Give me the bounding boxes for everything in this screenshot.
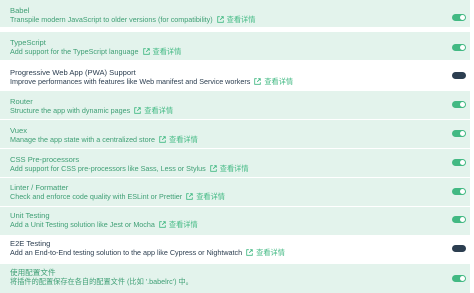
- feature-title: Unit Testing: [10, 211, 50, 220]
- toggle-knob: [460, 131, 465, 136]
- external-link-icon[interactable]: [142, 48, 150, 55]
- feature-title: Linter / Formatter: [10, 183, 69, 192]
- feature-toggle[interactable]: [452, 245, 466, 252]
- feature-description-text: Add a Unit Testing solution like Jest or…: [10, 220, 155, 229]
- feature-description-text: Structure the app with dynamic pages: [10, 106, 131, 115]
- feature-row-config-files[interactable]: 使用配置文件 将插件的配置保存在各自的配置文件 (比如 '.babelrc') …: [0, 264, 470, 293]
- feature-description: 将插件的配置保存在各自的配置文件 (比如 '.babelrc') 中。: [10, 277, 193, 286]
- feature-toggle[interactable]: [452, 14, 466, 21]
- feature-description: Add an End-to-End testing solution to th…: [10, 248, 470, 257]
- toggle-knob: [453, 73, 458, 78]
- feature-title: E2E Testing: [10, 239, 51, 248]
- feature-row-vuex[interactable]: Vuex Manage the app state with a central…: [0, 120, 470, 148]
- toggle-knob: [460, 45, 465, 50]
- external-link-icon[interactable]: [134, 107, 141, 114]
- external-link-icon[interactable]: [210, 165, 217, 172]
- feature-row-unit-testing[interactable]: Unit Testing Add a Unit Testing solution…: [0, 207, 470, 235]
- toggle-knob: [460, 276, 465, 281]
- external-link-icon[interactable]: [246, 249, 253, 256]
- feature-description-text: Manage the app state with a centralized …: [10, 135, 156, 144]
- feature-title: 使用配置文件: [10, 268, 56, 277]
- feature-toggle[interactable]: [452, 72, 466, 79]
- toggle-knob: [453, 246, 458, 251]
- feature-row-pwa[interactable]: Progressive Web App (PWA) Support Improv…: [0, 62, 470, 90]
- external-link-icon[interactable]: [159, 136, 166, 143]
- feature-list: Babel Transpile modern JavaScript to old…: [0, 0, 474, 293]
- feature-toggle[interactable]: [452, 188, 466, 195]
- external-link-icon[interactable]: [254, 78, 262, 85]
- feature-description-text: Transpile modern JavaScript to older ver…: [10, 15, 213, 24]
- feature-description: Add support for the TypeScript language 查…: [10, 47, 470, 56]
- external-link-icon[interactable]: [159, 221, 166, 228]
- feature-row-css-preprocessors[interactable]: CSS Pre-processors Add support for CSS p…: [0, 149, 470, 177]
- more-info-link[interactable]: 查看详情: [144, 106, 173, 115]
- toggle-knob: [460, 102, 465, 107]
- toggle-knob: [460, 15, 465, 20]
- feature-row-typescript[interactable]: TypeScript Add support for the TypeScrip…: [0, 32, 470, 60]
- feature-title: CSS Pre-processors: [10, 155, 80, 164]
- feature-title: Router: [10, 97, 33, 106]
- feature-description: Check and enforce code quality with ESLi…: [10, 192, 470, 201]
- more-info-link[interactable]: 查看详情: [169, 220, 198, 229]
- external-link-icon[interactable]: [216, 16, 224, 23]
- feature-description: Add a Unit Testing solution like Jest or…: [10, 220, 470, 229]
- more-info-link[interactable]: 查看详情: [256, 248, 285, 257]
- feature-description-text: Improve performances with features like …: [10, 77, 251, 86]
- more-info-link[interactable]: 查看详情: [227, 15, 256, 24]
- feature-row-router[interactable]: Router Structure the app with dynamic pa…: [0, 91, 470, 119]
- feature-description: Improve performances with features like …: [10, 77, 470, 86]
- feature-row-linter[interactable]: Linter / Formatter Check and enforce cod…: [0, 178, 470, 206]
- external-link-icon[interactable]: [186, 193, 193, 200]
- feature-toggle[interactable]: [452, 101, 466, 108]
- feature-description: Structure the app with dynamic pages 查看详情: [10, 106, 470, 115]
- feature-description-text: Add support for the TypeScript language: [10, 47, 139, 56]
- feature-row-e2e-testing[interactable]: E2E Testing Add an End-to-End testing so…: [0, 235, 470, 263]
- more-info-link[interactable]: 查看详情: [196, 192, 225, 201]
- feature-description: Add support for CSS pre-processors like …: [10, 164, 470, 173]
- toggle-knob: [460, 189, 465, 194]
- more-info-link[interactable]: 查看详情: [153, 47, 182, 56]
- toggle-knob: [460, 160, 465, 165]
- feature-title: Progressive Web App (PWA) Support: [10, 68, 136, 77]
- toggle-knob: [460, 217, 465, 222]
- feature-row-babel[interactable]: Babel Transpile modern JavaScript to old…: [0, 0, 470, 27]
- feature-toggle[interactable]: [452, 275, 466, 282]
- feature-description-text: Add an End-to-End testing solution to th…: [10, 248, 243, 257]
- feature-description-text: Check and enforce code quality with ESLi…: [10, 192, 183, 201]
- feature-title: Vuex: [10, 126, 28, 135]
- feature-description: Manage the app state with a centralized …: [10, 135, 470, 144]
- feature-description: Transpile modern JavaScript to older ver…: [10, 15, 470, 24]
- more-info-link[interactable]: 查看详情: [264, 77, 293, 86]
- feature-title: Babel: [10, 6, 30, 15]
- feature-description-text: Add support for CSS pre-processors like …: [10, 164, 206, 173]
- feature-toggle[interactable]: [452, 44, 466, 51]
- more-info-link[interactable]: 查看详情: [220, 164, 249, 173]
- feature-toggle[interactable]: [452, 159, 466, 166]
- more-info-link[interactable]: 查看详情: [169, 135, 198, 144]
- feature-toggle[interactable]: [452, 216, 466, 223]
- feature-toggle[interactable]: [452, 130, 466, 137]
- feature-title: TypeScript: [10, 38, 46, 47]
